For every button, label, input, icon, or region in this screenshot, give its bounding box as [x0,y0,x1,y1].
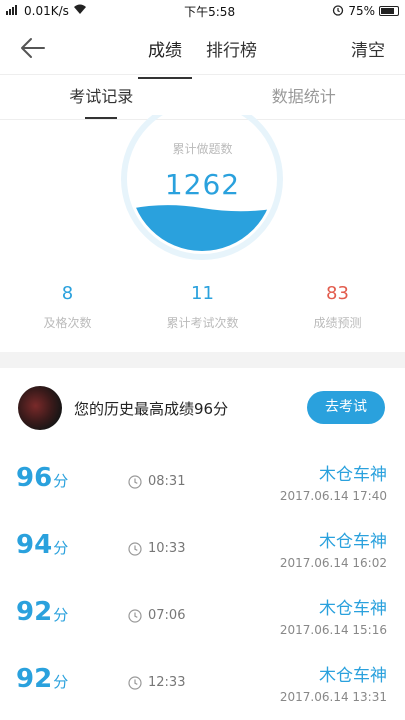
gauge-value: 1262 [164,168,241,201]
duration: 12:33 [128,675,185,690]
tab-data-stats[interactable]: 数据统计 [203,75,405,119]
clock-icon [128,675,142,690]
score: 92分 [16,664,69,694]
user-name: 木仓车神 [319,465,387,485]
best-score-text: 您的历史最高成绩96分 [74,400,229,418]
status-bar: 0.01K/s 下午5:58 75% [0,0,405,22]
duration: 08:31 [128,474,185,489]
record-date: 2017.06.14 16:02 [279,556,387,570]
clock-icon [128,474,142,489]
battery-percent: 75% [348,4,375,18]
score: 96分 [16,463,69,493]
stat-label: 累计考试次数 [166,316,239,330]
clock-icon [128,608,142,623]
score: 94分 [16,530,69,560]
list-item[interactable]: 96分 08:31 木仓车神 2017.06.14 17:40 [0,446,405,513]
list-item[interactable]: 94分 10:33 木仓车神 2017.06.14 16:02 [0,513,405,580]
stat-value: 8 [61,283,74,304]
top-nav: 成绩 排行榜 清空 [0,22,405,79]
stat-value: 83 [326,283,349,304]
user-name: 木仓车神 [319,532,387,552]
duration: 10:33 [128,541,185,556]
clear-button[interactable]: 清空 [351,36,385,61]
take-exam-button[interactable]: 去考试 [307,391,385,424]
records-list: 96分 08:31 木仓车神 2017.06.14 17:40 94分 10:3… [0,446,405,714]
user-name: 木仓车神 [319,666,387,686]
sub-tabs: 考试记录 数据统计 [0,75,405,120]
section-divider [0,352,405,368]
battery-icon [378,6,399,16]
back-arrow-icon[interactable] [18,34,48,62]
stat-value: 11 [191,283,214,304]
best-score-bar: 您的历史最高成绩96分 去考试 [0,380,405,436]
list-item[interactable]: 92分 12:33 木仓车神 2017.06.14 13:31 [0,647,405,714]
stats-row: 8 及格次数 11 累计考试次数 83 成绩预测 [0,283,405,331]
gauge-label: 累计做题数 [172,142,233,156]
clock-time: 下午5:58 [184,4,236,19]
score: 92分 [16,597,69,627]
stat-label: 及格次数 [43,316,92,330]
net-speed: 0.01K/s [24,4,69,18]
tab-scores[interactable]: 成绩 [138,26,192,79]
stat-label: 成绩预测 [313,316,362,330]
user-name: 木仓车神 [319,599,387,619]
signal-icon [6,4,20,18]
stat-prediction: 83 成绩预测 [270,283,405,331]
wifi-icon [73,4,87,18]
stat-pass-count: 8 及格次数 [0,283,135,331]
tab-leaderboard[interactable]: 排行榜 [206,26,257,71]
record-date: 2017.06.14 13:31 [279,690,387,704]
record-date: 2017.06.14 17:40 [279,489,387,503]
record-date: 2017.06.14 15:16 [279,623,387,637]
clock-icon [128,541,142,556]
stat-exam-count: 11 累计考试次数 [135,283,270,331]
avatar [18,386,62,430]
alarm-icon [332,4,344,19]
duration: 07:06 [128,608,185,623]
list-item[interactable]: 92分 07:06 木仓车神 2017.06.14 15:16 [0,580,405,647]
tab-exam-records[interactable]: 考试记录 [0,75,203,119]
